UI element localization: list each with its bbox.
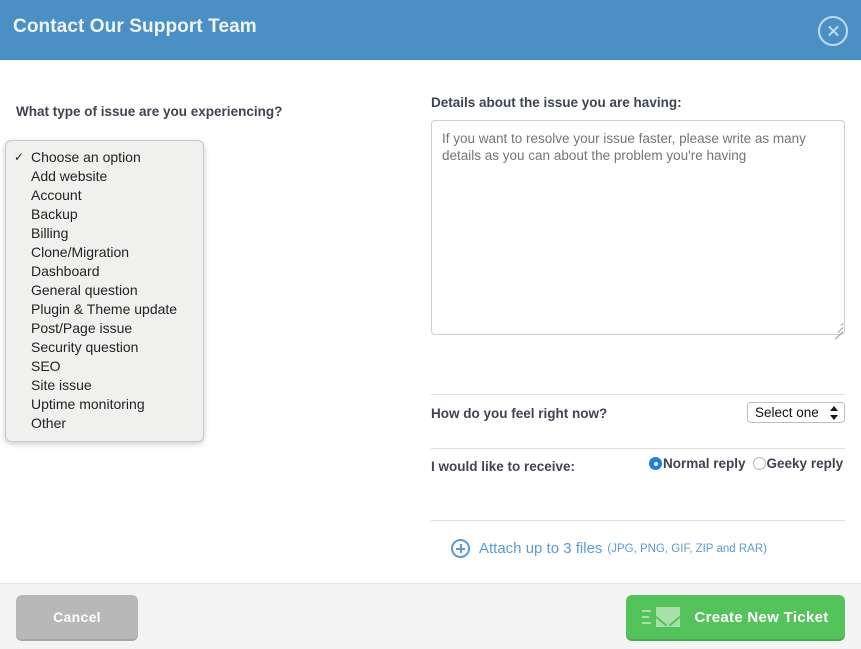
issue-details-column: Details about the issue you are having: … [425,60,861,583]
dropdown-option-post-page-issue[interactable]: Post/Page issue [6,319,203,338]
dialog-title: Contact Our Support Team [13,16,257,38]
dropdown-option-label: Uptime monitoring [31,396,145,412]
dropdown-option-label: SEO [31,358,61,374]
dropdown-option-uptime-monitoring[interactable]: Uptime monitoring [6,395,203,414]
create-ticket-button[interactable]: Create New Ticket [626,595,845,639]
dropdown-option-label: Clone/Migration [31,244,129,260]
details-textarea[interactable] [431,120,845,335]
dropdown-option-label: Other [31,415,66,431]
issue-type-label: What type of issue are you experiencing? [16,104,282,119]
dropdown-option-backup[interactable]: Backup [6,205,203,224]
dropdown-option-general-question[interactable]: General question [6,281,203,300]
dropdown-option-account[interactable]: Account [6,186,203,205]
envelope-icon [642,607,680,627]
reply-type-radio-group: Normal reply Geeky reply [649,456,843,471]
dropdown-option-billing[interactable]: Billing [6,224,203,243]
dropdown-option-label: Dashboard [31,263,100,279]
plus-circle-icon [451,539,470,558]
envelope-body [656,607,680,627]
dropdown-option-plugin-theme-update[interactable]: Plugin & Theme update [6,300,203,319]
radio-option-geeky-reply[interactable]: Geeky reply [753,456,844,471]
divider-3 [431,520,845,521]
dropdown-option-label: Billing [31,225,68,241]
dropdown-option-choose-an-option[interactable]: ✓ Choose an option [6,148,203,167]
dropdown-option-label: Plugin & Theme update [31,301,177,317]
attach-files-button[interactable]: Attach up to 3 files (JPG, PNG, GIF, ZIP… [451,539,767,558]
dropdown-option-label: Choose an option [31,149,141,165]
stepper-arrows-icon [830,406,838,420]
dropdown-option-label: General question [31,282,138,298]
details-label: Details about the issue you are having: [431,95,682,110]
radio-label: Geeky reply [767,456,844,471]
receive-label: I would like to receive: [431,459,575,474]
divider-2 [431,448,845,449]
attach-files-label: Attach up to 3 files [479,540,602,557]
feel-select-value: Select one [755,405,819,420]
dropdown-option-security-question[interactable]: Security question [6,338,203,357]
dialog-header: Contact Our Support Team [0,0,861,60]
dropdown-option-label: Site issue [31,377,92,393]
dropdown-option-label: Security question [31,339,138,355]
dropdown-option-label: Account [31,187,82,203]
radio-label: Normal reply [663,456,746,471]
issue-type-dropdown-menu[interactable]: ✓ Choose an option Add website Account B… [5,140,204,442]
dropdown-option-other[interactable]: Other [6,414,203,433]
attach-files-types: (JPG, PNG, GIF, ZIP and RAR) [607,543,767,555]
dropdown-option-dashboard[interactable]: Dashboard [6,262,203,281]
radio-selected-icon [649,457,662,470]
dropdown-option-site-issue[interactable]: Site issue [6,376,203,395]
support-ticket-dialog: Contact Our Support Team What type of is… [0,0,861,649]
close-icon[interactable] [818,16,848,46]
radio-unselected-icon [753,457,766,470]
feel-label: How do you feel right now? [431,406,607,421]
dialog-footer: Cancel Create New Ticket [0,583,861,649]
cancel-button[interactable]: Cancel [16,595,138,639]
issue-type-column: What type of issue are you experiencing?… [0,60,425,583]
feel-select[interactable]: Select one [747,402,845,423]
dropdown-option-label: Backup [31,206,78,222]
dropdown-option-label: Add website [31,168,107,184]
dropdown-option-seo[interactable]: SEO [6,357,203,376]
dropdown-option-add-website[interactable]: Add website [6,167,203,186]
checkmark-icon: ✓ [14,148,24,167]
dialog-body: What type of issue are you experiencing?… [0,60,861,583]
dropdown-option-label: Post/Page issue [31,320,132,336]
divider-1 [431,394,845,395]
dropdown-option-clone-migration[interactable]: Clone/Migration [6,243,203,262]
create-ticket-label: Create New Ticket [694,609,828,626]
radio-option-normal-reply[interactable]: Normal reply [649,456,746,471]
